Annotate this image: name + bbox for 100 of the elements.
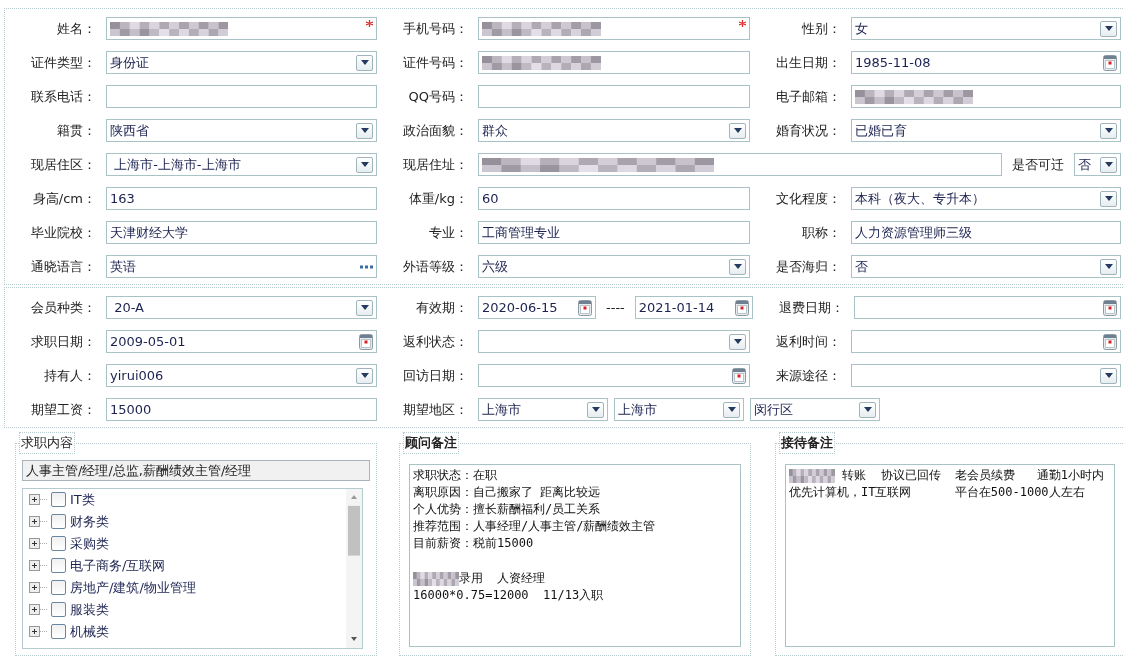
- calendar-icon[interactable]: [359, 333, 373, 350]
- select-field[interactable]: yirui006: [106, 364, 377, 387]
- expand-icon[interactable]: [29, 516, 47, 527]
- text-field[interactable]: [106, 85, 377, 108]
- select-field[interactable]: 上海市-上海市-上海市: [106, 153, 377, 176]
- tree-item-label[interactable]: 电子商务/互联网: [70, 556, 166, 575]
- dropdown-button[interactable]: [729, 333, 746, 350]
- dropdown-button[interactable]: [1100, 190, 1117, 207]
- expand-icon[interactable]: [29, 582, 47, 593]
- text-field[interactable]: 60: [478, 187, 750, 210]
- dropdown-button[interactable]: [729, 258, 746, 275]
- dropdown-button[interactable]: [356, 367, 373, 384]
- select-field[interactable]: 20-A: [106, 296, 377, 319]
- select-field[interactable]: 上海市: [614, 398, 744, 421]
- text-field[interactable]: 工商管理专业: [478, 221, 750, 244]
- date-field[interactable]: 2009-05-01: [106, 330, 377, 353]
- calendar-icon[interactable]: [1103, 54, 1117, 71]
- expand-icon[interactable]: [29, 538, 47, 549]
- select-field[interactable]: 女: [851, 17, 1121, 40]
- dropdown-button[interactable]: [356, 122, 373, 139]
- field-label: 会员种类：: [30, 298, 97, 317]
- calendar-icon[interactable]: [1103, 333, 1117, 350]
- calendar-icon[interactable]: [578, 299, 592, 316]
- dropdown-button[interactable]: [356, 299, 373, 316]
- select-field[interactable]: 群众: [478, 119, 750, 142]
- select-field[interactable]: 六级: [478, 255, 750, 278]
- field-label: 有效期：: [415, 298, 469, 317]
- checkbox[interactable]: [51, 558, 66, 573]
- date-field[interactable]: [478, 364, 750, 387]
- text-field[interactable]: [478, 51, 750, 74]
- dropdown-button[interactable]: [723, 401, 740, 418]
- tree-item-label[interactable]: 机械类: [70, 622, 109, 641]
- select-field[interactable]: 上海市: [478, 398, 608, 421]
- select-field[interactable]: 陕西省: [106, 119, 377, 142]
- calendar-icon[interactable]: [1103, 299, 1117, 316]
- scrollbar[interactable]: [346, 489, 362, 648]
- text-field[interactable]: 人力资源管理师三级: [851, 221, 1121, 244]
- select-field[interactable]: 身份证: [106, 51, 377, 74]
- dropdown-button[interactable]: [1100, 156, 1117, 173]
- select-field[interactable]: [851, 364, 1121, 387]
- text-field[interactable]: 15000: [106, 398, 377, 421]
- dropdown-button[interactable]: [356, 156, 373, 173]
- dropdown-button[interactable]: [1100, 122, 1117, 139]
- date-field[interactable]: 1985-11-08: [851, 51, 1121, 74]
- tree-item-label[interactable]: 房地产/建筑/物业管理: [70, 578, 196, 597]
- field-label: 回访日期：: [402, 366, 469, 385]
- date-field[interactable]: 2020-06-15: [478, 296, 596, 319]
- date-field[interactable]: 2021-01-14: [634, 296, 753, 319]
- expand-icon[interactable]: [29, 494, 47, 505]
- dropdown-button[interactable]: [1100, 20, 1117, 37]
- checkbox[interactable]: [51, 492, 66, 507]
- date-field[interactable]: [851, 330, 1121, 353]
- checkbox[interactable]: [51, 536, 66, 551]
- select-field[interactable]: [478, 330, 750, 353]
- picker-field[interactable]: 英语: [106, 255, 377, 278]
- text-field[interactable]: [478, 17, 750, 40]
- selected-jobs-field[interactable]: 人事主管/经理/总监,薪酬绩效主管/经理: [22, 460, 370, 481]
- required-asterisk-icon: [366, 20, 373, 27]
- text-field[interactable]: [478, 153, 1002, 176]
- select-field[interactable]: 否: [1074, 153, 1121, 176]
- checkbox[interactable]: [51, 580, 66, 595]
- dropdown-button[interactable]: [729, 122, 746, 139]
- tree-item-label[interactable]: IT类: [70, 490, 95, 509]
- calendar-icon[interactable]: [734, 299, 749, 316]
- notes-textarea[interactable]: 转账 协议已回传 老会员续费 通勤1小时内 优先计算机，IT互联网 平台在500-1000人左右: [785, 464, 1115, 647]
- field-label: 证件类型：: [30, 53, 97, 72]
- select-field[interactable]: 已婚已育: [851, 119, 1121, 142]
- select-field[interactable]: 闵行区: [750, 398, 880, 421]
- checkbox[interactable]: [51, 624, 66, 639]
- expand-icon[interactable]: [29, 604, 47, 615]
- notes-textarea[interactable]: 求职状态：在职 离职原因：自己搬家了 距离比较远 个人优势：擅长薪酬福利/员工关系 推荐范围：人事经理/人事主管/薪酬绩效主管 目前薪资：税前15000 录用 人资经理 16000*0.75=12000 11/13入职: [409, 464, 741, 647]
- checkbox[interactable]: [51, 514, 66, 529]
- field-label: ----: [605, 300, 626, 315]
- select-field[interactable]: 本科（夜大、专升本）: [851, 187, 1121, 210]
- text-field[interactable]: 163: [106, 187, 377, 210]
- ellipsis-icon[interactable]: [359, 264, 373, 269]
- dropdown-button[interactable]: [1100, 258, 1117, 275]
- checkbox[interactable]: [51, 602, 66, 617]
- dropdown-button[interactable]: [859, 401, 876, 418]
- calendar-icon[interactable]: [732, 367, 746, 384]
- dropdown-button[interactable]: [356, 54, 373, 71]
- tree-item-label[interactable]: 服装类: [70, 600, 109, 619]
- date-field[interactable]: [853, 296, 1121, 319]
- select-field[interactable]: 否: [851, 255, 1121, 278]
- text-field[interactable]: [851, 85, 1121, 108]
- text-field[interactable]: 天津财经大学: [106, 221, 377, 244]
- expand-icon[interactable]: [29, 626, 47, 637]
- text-field[interactable]: [106, 17, 377, 40]
- dropdown-button[interactable]: [587, 401, 604, 418]
- tree-item-label[interactable]: 采购类: [70, 534, 109, 553]
- expand-icon[interactable]: [29, 560, 47, 571]
- note-line: 推荐范围：人事经理/人事主管/薪酬绩效主管: [413, 518, 656, 535]
- caret-icon: [863, 407, 872, 412]
- required-asterisk-icon: [739, 20, 746, 27]
- text-field[interactable]: [478, 85, 750, 108]
- note-line: 16000*0.75=12000 11/13入职: [413, 587, 604, 604]
- caret-icon: [1104, 264, 1113, 269]
- dropdown-button[interactable]: [1100, 367, 1117, 384]
- caret-icon: [733, 264, 742, 269]
- tree-item-label[interactable]: 财务类: [70, 512, 109, 531]
